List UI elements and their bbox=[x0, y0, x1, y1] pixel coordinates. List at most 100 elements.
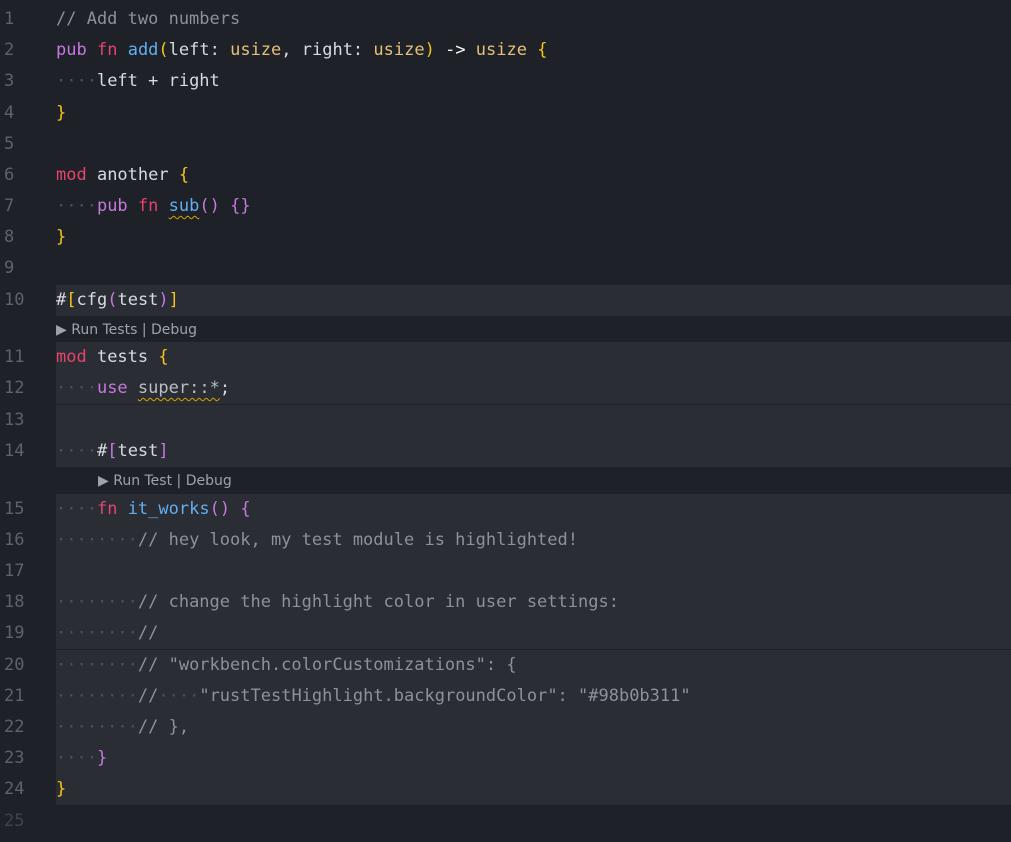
module-name: tests bbox=[86, 347, 159, 367]
code-text[interactable]: ····left + right bbox=[56, 66, 1011, 97]
whitespace-dots: ···· bbox=[56, 441, 97, 461]
bracket: [ bbox=[107, 441, 118, 461]
line-number: 9 bbox=[4, 258, 15, 278]
line-number: 15 bbox=[4, 499, 25, 519]
run-test-link[interactable]: ▶ Run Test bbox=[98, 473, 172, 489]
code-text[interactable] bbox=[56, 405, 1011, 436]
whitespace-dots: ········ bbox=[56, 717, 138, 737]
function-name: add bbox=[127, 40, 159, 60]
type: usize bbox=[373, 40, 425, 60]
code-line: 2 pub fn add(left: usize, right: usize) … bbox=[0, 35, 1011, 66]
code-text[interactable]: ········// change the highlight color in… bbox=[56, 587, 1011, 618]
line-number: 10 bbox=[4, 290, 25, 310]
line-number: 23 bbox=[4, 748, 25, 768]
whitespace-dots: ········ bbox=[56, 623, 138, 643]
line-number: 14 bbox=[4, 441, 25, 461]
brace: { bbox=[537, 40, 548, 60]
brace: { bbox=[158, 347, 169, 367]
code-text[interactable] bbox=[56, 806, 1011, 837]
line-number: 5 bbox=[4, 134, 15, 154]
run-tests-link[interactable]: ▶ Run Tests bbox=[56, 322, 137, 338]
code-line-highlighted: 14 ····#[test] bbox=[0, 436, 1011, 467]
attribute-arg: test bbox=[117, 290, 159, 310]
code-text[interactable]: } bbox=[56, 98, 1011, 129]
code-text[interactable]: pub fn add(left: usize, right: usize) ->… bbox=[56, 35, 1011, 66]
debug-link[interactable]: Debug bbox=[151, 322, 197, 338]
code-line-highlighted: 15 ····fn it_works() { bbox=[0, 494, 1011, 525]
code-line-highlighted: 20 ········// "workbench.colorCustomizat… bbox=[0, 650, 1011, 681]
comment: // bbox=[137, 686, 159, 706]
code-text[interactable]: ····} bbox=[56, 743, 1011, 774]
code-line: 1 // Add two numbers bbox=[0, 4, 1011, 35]
line-number: 4 bbox=[4, 103, 15, 123]
code-text[interactable]: ········// hey look, my test module is h… bbox=[56, 525, 1011, 556]
code-editor[interactable]: 1 // Add two numbers 2 pub fn add(left: … bbox=[0, 0, 1011, 842]
attribute-hash: # bbox=[56, 290, 67, 310]
comment: // hey look, my test module is highlight… bbox=[137, 530, 578, 550]
param: , right: bbox=[281, 40, 374, 60]
code-line-highlighted: 10 #[cfg(test)] bbox=[0, 285, 1011, 316]
whitespace-dots: ···· bbox=[56, 378, 97, 398]
type: usize bbox=[475, 40, 527, 60]
code-line: 4 } bbox=[0, 98, 1011, 129]
code-text[interactable] bbox=[56, 556, 1011, 587]
semicolon: ; bbox=[219, 378, 231, 398]
code-text[interactable]: ········// bbox=[56, 618, 1011, 649]
code-line-highlighted: 21 ········//····"rustTestHighlight.back… bbox=[0, 681, 1011, 712]
code-line-highlighted: 18 ········// change the highlight color… bbox=[0, 587, 1011, 618]
line-number: 6 bbox=[4, 165, 15, 185]
code-text[interactable]: ········//····"rustTestHighlight.backgro… bbox=[56, 681, 1011, 712]
code-line: 6 mod another { bbox=[0, 160, 1011, 191]
code-text[interactable]: } bbox=[56, 774, 1011, 805]
code-text[interactable]: mod tests { bbox=[56, 342, 1011, 373]
code-line-highlighted: 24 } bbox=[0, 774, 1011, 805]
code-line-highlighted: 19 ········// bbox=[0, 618, 1011, 649]
function-name-warning[interactable]: sub bbox=[169, 196, 200, 216]
code-text[interactable]: ····#[test] bbox=[56, 436, 1011, 467]
whitespace-dots: ········ bbox=[56, 592, 138, 612]
code-text[interactable]: ····use super::*; bbox=[56, 373, 1011, 404]
brace: { bbox=[240, 499, 251, 519]
code-text[interactable]: ········// }, bbox=[56, 712, 1011, 743]
brace: } bbox=[56, 103, 67, 123]
comment: // Add two numbers bbox=[56, 9, 241, 29]
paren: ) bbox=[424, 40, 435, 60]
paren: ( bbox=[107, 290, 118, 310]
paren: ( bbox=[158, 40, 169, 60]
bracket: ] bbox=[158, 441, 169, 461]
keyword: mod bbox=[56, 347, 87, 367]
code-text[interactable] bbox=[56, 129, 1011, 160]
code-text[interactable]: mod another { bbox=[56, 160, 1011, 191]
arrow: -> bbox=[434, 40, 476, 60]
comment: // }, bbox=[137, 717, 190, 737]
keyword: fn bbox=[137, 196, 159, 216]
whitespace-dots: ········ bbox=[56, 530, 138, 550]
bracket: [ bbox=[66, 290, 77, 310]
whitespace-dots: ···· bbox=[56, 196, 97, 216]
codelens-module: ▶ Run Tests | Debug bbox=[56, 316, 197, 344]
code-text[interactable]: // Add two numbers bbox=[56, 4, 1011, 35]
whitespace-dots: ···· bbox=[56, 71, 97, 91]
code-text[interactable]: #[cfg(test)] bbox=[56, 285, 1011, 316]
line-number: 1 bbox=[4, 9, 15, 29]
code-line: 5 bbox=[0, 129, 1011, 160]
code-text[interactable] bbox=[56, 253, 1011, 284]
paren: () bbox=[199, 196, 220, 216]
debug-link[interactable]: Debug bbox=[186, 473, 232, 489]
codelens-row bbox=[56, 316, 1011, 344]
line-number: 19 bbox=[4, 623, 25, 643]
brace: {} bbox=[230, 196, 251, 216]
line-number: 22 bbox=[4, 717, 25, 737]
code-text[interactable]: ····fn it_works() { bbox=[56, 494, 1011, 525]
code-line-highlighted: 13 bbox=[0, 405, 1011, 436]
line-number: 7 bbox=[4, 196, 15, 216]
whitespace-dots: ········ bbox=[56, 655, 138, 675]
attribute: cfg bbox=[76, 290, 108, 310]
code-text[interactable]: } bbox=[56, 222, 1011, 253]
keyword: use bbox=[97, 378, 128, 398]
code-text[interactable]: ········// "workbench.colorCustomization… bbox=[56, 650, 1011, 681]
code-text[interactable]: ····pub fn sub() {} bbox=[56, 191, 1011, 222]
use-path-warning[interactable]: super::* bbox=[138, 378, 220, 398]
param: left: bbox=[168, 40, 231, 60]
whitespace-dots: ···· bbox=[56, 499, 97, 519]
